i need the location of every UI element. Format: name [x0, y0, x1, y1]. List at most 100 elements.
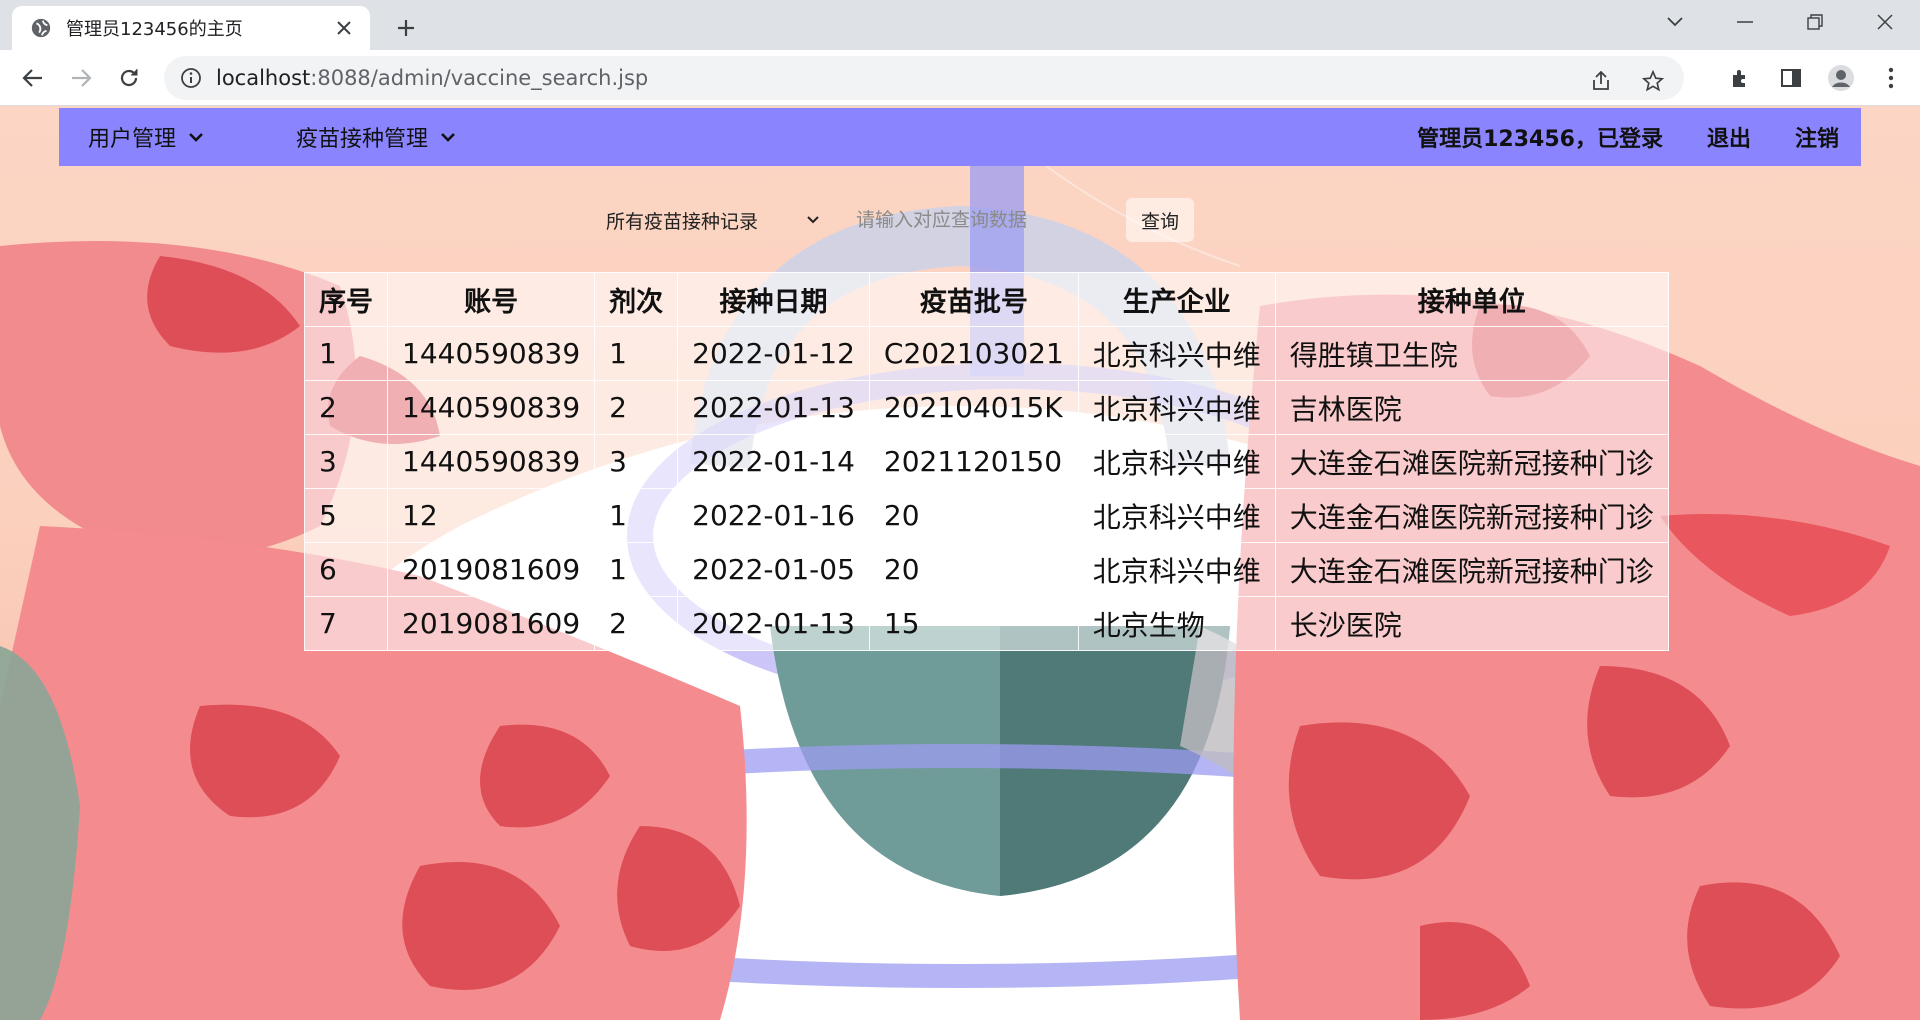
column-header-site: 接种单位	[1274, 272, 1669, 327]
globe-icon	[31, 18, 51, 38]
column-header-date: 接种日期	[677, 272, 870, 327]
cell-batch: 202104015K	[868, 380, 1079, 435]
site-nav-bar: 用户管理 疫苗接种管理 管理员123456，已登录 退出 注销	[59, 108, 1861, 166]
table-row: 5 12 1 2022-01-16 20 北京科兴中维 大连金石滩医院新冠接种门诊	[304, 488, 1669, 543]
cell-batch: 20	[868, 488, 1079, 543]
cell-site: 大连金石滩医院新冠接种门诊	[1274, 488, 1669, 543]
cell-manufacturer: 北京科兴中维	[1077, 488, 1276, 543]
search-type-select[interactable]: 所有疫苗接种记录	[590, 198, 830, 242]
search-type-value: 所有疫苗接种记录	[606, 210, 759, 233]
new-tab-icon[interactable]	[390, 12, 422, 44]
search-button[interactable]: 查询	[1126, 198, 1194, 242]
minimize-icon[interactable]	[1710, 0, 1780, 44]
table-body: 1 1440590839 1 2022-01-12 C202103021 北京科兴中维 得胜…	[304, 326, 1669, 651]
page-viewport: 用户管理 疫苗接种管理 管理员123456，已登录 退出 注销 所有疫苗接种记录…	[0, 106, 1920, 1020]
cell-seq: 5	[304, 488, 388, 543]
browser-tab-strip: 管理员123456的主页	[0, 0, 1920, 50]
cell-site: 得胜镇卫生院	[1274, 326, 1669, 381]
cell-seq: 1	[304, 326, 388, 381]
site-info-icon[interactable]	[180, 67, 202, 89]
cell-dose: 2	[594, 380, 679, 435]
column-header-manufacturer: 生产企业	[1077, 272, 1276, 327]
vaccination-management-label: 疫苗接种管理	[296, 127, 429, 152]
deregister-link[interactable]: 注销	[1795, 121, 1839, 153]
column-header-dose: 剂次	[594, 272, 679, 327]
cell-batch: 2021120150	[868, 434, 1079, 489]
tab-title: 管理员123456的主页	[66, 19, 243, 40]
vaccination-management-menu[interactable]: 疫苗接种管理	[296, 121, 458, 153]
profile-avatar-icon[interactable]	[1826, 63, 1856, 93]
cell-date: 2022-01-13	[677, 380, 870, 435]
cell-account: 2019081609	[386, 596, 596, 651]
url-text: localhost:8088/admin/vaccine_search.jsp	[216, 66, 648, 90]
cell-site: 大连金石滩医院新冠接种门诊	[1274, 434, 1669, 489]
cell-account: 1440590839	[386, 380, 596, 435]
browser-toolbar: localhost:8088/admin/vaccine_search.jsp	[0, 50, 1920, 106]
cell-seq: 7	[304, 596, 388, 651]
cell-dose: 1	[594, 542, 679, 597]
cell-manufacturer: 北京科兴中维	[1077, 380, 1276, 435]
browser-menu-icon[interactable]	[1876, 63, 1906, 93]
chevron-down-icon	[441, 133, 455, 142]
cell-manufacturer: 北京科兴中维	[1077, 434, 1276, 489]
forward-icon[interactable]	[66, 63, 96, 93]
search-bar: 所有疫苗接种记录 查询	[590, 198, 1194, 242]
close-window-icon[interactable]	[1850, 0, 1920, 44]
tab-search-icon[interactable]	[1640, 0, 1710, 44]
window-controls	[1640, 0, 1920, 44]
cell-manufacturer: 北京科兴中维	[1077, 326, 1276, 381]
user-management-menu[interactable]: 用户管理	[88, 121, 206, 153]
close-tab-icon[interactable]	[332, 16, 356, 40]
cell-date: 2022-01-14	[677, 434, 870, 489]
cell-dose: 2	[594, 596, 679, 651]
share-icon[interactable]	[1586, 66, 1616, 96]
cell-account: 1440590839	[386, 326, 596, 381]
column-header-account: 账号	[386, 272, 596, 327]
table-row: 3 1440590839 3 2022-01-14 2021120150 北京科兴中维 大连…	[304, 434, 1669, 489]
chevron-down-icon	[189, 133, 203, 142]
address-bar[interactable]: localhost:8088/admin/vaccine_search.jsp	[164, 56, 1684, 100]
cell-date: 2022-01-12	[677, 326, 870, 381]
back-icon[interactable]	[18, 63, 48, 93]
column-header-batch: 疫苗批号	[868, 272, 1079, 327]
chevron-down-icon	[807, 216, 819, 224]
cell-account: 2019081609	[386, 542, 596, 597]
cell-site: 吉林医院	[1274, 380, 1669, 435]
bookmark-star-icon[interactable]	[1638, 66, 1668, 96]
column-header-seq: 序号	[304, 272, 388, 327]
cell-date: 2022-01-16	[677, 488, 870, 543]
url-host: localhost	[216, 66, 311, 90]
reload-icon[interactable]	[114, 63, 144, 93]
cell-dose: 1	[594, 488, 679, 543]
extensions-icon[interactable]	[1726, 63, 1756, 93]
cell-dose: 1	[594, 326, 679, 381]
table-header-row: 序号 账号 剂次 接种日期 疫苗批号 生产企业 接种单位	[304, 272, 1669, 327]
cell-batch: 20	[868, 542, 1079, 597]
cell-seq: 2	[304, 380, 388, 435]
cell-manufacturer: 北京生物	[1077, 596, 1276, 651]
url-path: :8088/admin/vaccine_search.jsp	[310, 66, 649, 90]
cell-batch: 15	[868, 596, 1079, 651]
vaccination-records-table: 序号 账号 剂次 接种日期 疫苗批号 生产企业 接种单位 1 1440590839 1 2022-…	[304, 272, 1669, 651]
cell-date: 2022-01-13	[677, 596, 870, 651]
cell-dose: 3	[594, 434, 679, 489]
cell-site: 大连金石滩医院新冠接种门诊	[1274, 542, 1669, 597]
cell-batch: C202103021	[868, 326, 1079, 381]
cell-seq: 6	[304, 542, 388, 597]
user-management-label: 用户管理	[88, 127, 177, 152]
table-row: 2 1440590839 2 2022-01-13 202104015K 北京科兴中维 吉林…	[304, 380, 1669, 435]
search-input[interactable]	[846, 198, 1126, 242]
restore-icon[interactable]	[1780, 0, 1850, 44]
side-panel-icon[interactable]	[1776, 63, 1806, 93]
cell-account: 1440590839	[386, 434, 596, 489]
cell-site: 长沙医院	[1274, 596, 1669, 651]
table-row: 6 2019081609 1 2022-01-05 20 北京科兴中维 大连金石滩医院新冠接…	[304, 542, 1669, 597]
table-row: 1 1440590839 1 2022-01-12 C202103021 北京科兴中维 得胜…	[304, 326, 1669, 381]
table-row: 7 2019081609 2 2022-01-13 15 北京生物 长沙医院	[304, 596, 1669, 651]
cell-seq: 3	[304, 434, 388, 489]
cell-account: 12	[386, 488, 596, 543]
logout-link[interactable]: 退出	[1707, 121, 1751, 153]
cell-date: 2022-01-05	[677, 542, 870, 597]
cell-manufacturer: 北京科兴中维	[1077, 542, 1276, 597]
browser-tab[interactable]: 管理员123456的主页	[12, 6, 370, 50]
